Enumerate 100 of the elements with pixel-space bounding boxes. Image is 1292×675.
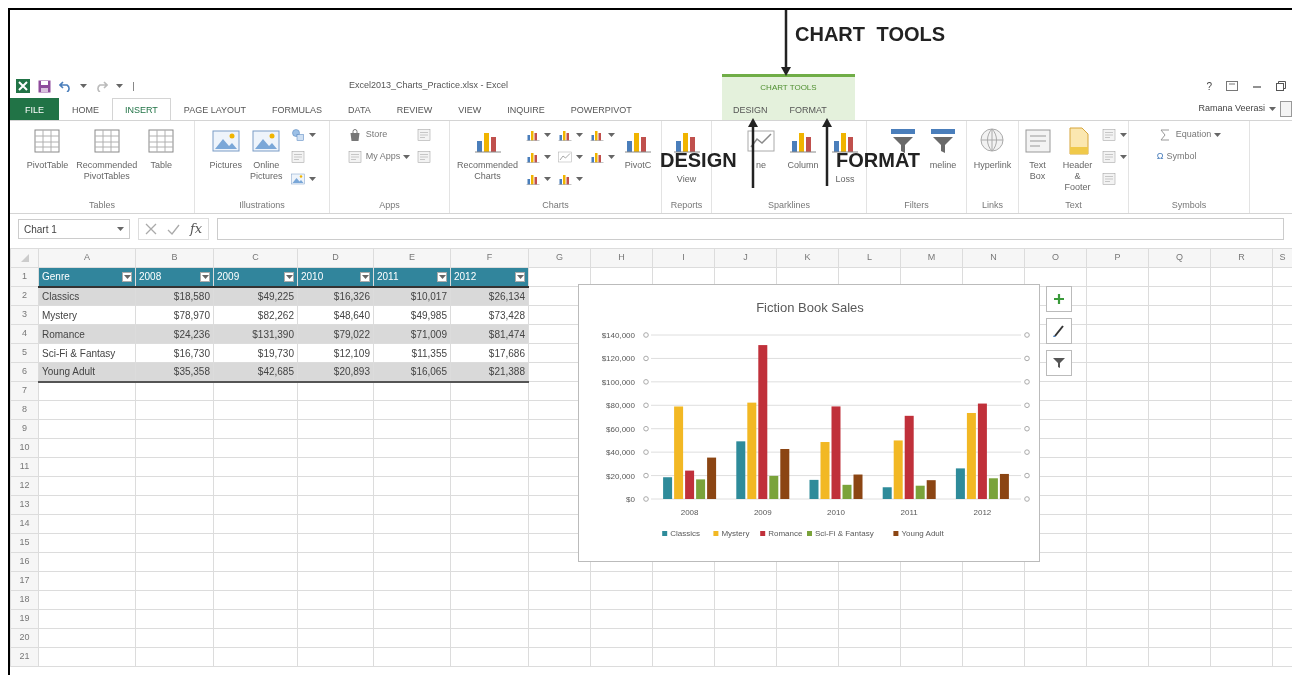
chart-bar[interactable]	[736, 441, 746, 499]
ribbon-button[interactable]: Store	[344, 125, 413, 145]
save-icon[interactable]	[38, 79, 51, 93]
customize-icon[interactable]	[131, 81, 136, 91]
gridline-handle[interactable]	[1024, 355, 1030, 362]
ribbon-button[interactable]: PivotC	[619, 125, 657, 197]
ribbon-tab[interactable]: FORMULAS	[259, 98, 336, 120]
column-letter[interactable]: I	[652, 248, 715, 268]
legend-label[interactable]: Sci-Fi & Fantasy	[815, 529, 874, 538]
ribbon-tab[interactable]: PAGE LAYOUT	[170, 98, 260, 120]
chart-area[interactable]: Fiction Book Sales $0 $20,000 $40,000 $60,000 $80,000 $100,000 $120,000 $140,000 2008 2009 2010 2011 2012 Classics Mystery Romance Sci-Fi & Fantasy Young Adult	[578, 284, 1040, 562]
chart-bar[interactable]	[882, 487, 892, 499]
filter-button[interactable]	[360, 271, 370, 282]
ribbon-button[interactable]: Hyperlink	[970, 125, 1015, 197]
filter-button[interactable]	[515, 271, 525, 282]
column-letter[interactable]: P	[1086, 248, 1149, 268]
legend-label[interactable]: Romance	[768, 529, 803, 538]
ribbon-tab[interactable]: DESIGN	[722, 98, 779, 120]
name-box[interactable]: Chart 1	[18, 219, 130, 239]
column-letter[interactable]: H	[590, 248, 653, 268]
chart-bar[interactable]	[663, 477, 673, 499]
column-letter[interactable]: E	[373, 248, 451, 268]
ribbon-tab[interactable]: INQUIRE	[494, 98, 558, 120]
undo-icon[interactable]	[59, 80, 72, 92]
column-letter[interactable]: F	[450, 248, 529, 268]
legend-label[interactable]: Young Adult	[901, 529, 944, 538]
chart-bar[interactable]	[707, 457, 717, 499]
gridline-handle[interactable]	[643, 449, 649, 455]
column-letter[interactable]: N	[962, 248, 1025, 268]
gridline-handle[interactable]	[1024, 332, 1030, 338]
ribbon-button[interactable]: Online Pictures	[247, 125, 286, 197]
column-letter[interactable]: K	[776, 248, 839, 268]
insert-function-button[interactable]: fx	[190, 219, 203, 239]
gridline-handle[interactable]	[643, 425, 649, 432]
select-all-icon[interactable]	[20, 253, 29, 262]
gridline-handle[interactable]	[1024, 402, 1030, 409]
column-letter[interactable]: D	[297, 248, 374, 268]
app-logo-icon[interactable]	[16, 79, 30, 93]
redo-icon[interactable]	[95, 80, 108, 92]
ribbon-button[interactable]: My Apps	[344, 147, 413, 167]
column-letter[interactable]: O	[1024, 248, 1087, 268]
chart-bar[interactable]	[977, 403, 987, 499]
gridline-handle[interactable]	[643, 379, 649, 385]
gridline-handle[interactable]	[643, 496, 649, 502]
gridline-handle[interactable]	[1024, 379, 1030, 385]
ribbon-tab[interactable]: HOME	[59, 98, 112, 120]
chart-bar[interactable]	[955, 468, 965, 499]
gridline-handle[interactable]	[643, 472, 649, 479]
help-button[interactable]: ?	[1206, 78, 1212, 94]
legend-label[interactable]: Mystery	[721, 529, 750, 538]
legend-label[interactable]: Classics	[670, 529, 700, 538]
ribbon-button[interactable]: Pictures	[206, 125, 245, 197]
chart-bar[interactable]	[853, 474, 863, 499]
ribbon-display-icon[interactable]	[1226, 81, 1238, 91]
cancel-icon[interactable]	[145, 223, 157, 235]
chart-bar[interactable]	[809, 479, 819, 499]
gridline-handle[interactable]	[643, 402, 649, 409]
ribbon-tab[interactable]: POWERPIVOT	[557, 98, 645, 120]
ribbon-button[interactable]: Header & Footer	[1058, 125, 1097, 197]
filter-button[interactable]	[284, 271, 294, 282]
gridline-handle[interactable]	[643, 332, 649, 338]
column-letter[interactable]: R	[1210, 248, 1273, 268]
ribbon-button[interactable]: Table	[142, 125, 181, 197]
chart-bar[interactable]	[904, 415, 914, 499]
ribbon-button[interactable]: PivotTable	[23, 125, 72, 197]
ribbon-tab[interactable]: DATA	[335, 98, 384, 120]
check-icon[interactable]	[167, 223, 180, 235]
column-letter[interactable]: Q	[1148, 248, 1211, 268]
ribbon-tab[interactable]: FILE	[10, 98, 59, 120]
ribbon-button[interactable]: Recommended Charts	[454, 125, 521, 197]
ribbon-button[interactable]: Text Box	[1018, 125, 1057, 197]
ribbon-button[interactable]: Equation	[1154, 125, 1224, 145]
ribbon-tab[interactable]: INSERT	[112, 98, 171, 120]
ribbon-tab[interactable]: VIEW	[445, 98, 495, 120]
column-letter[interactable]: A	[38, 248, 136, 268]
column-letter[interactable]: J	[714, 248, 777, 268]
column-letter[interactable]: M	[900, 248, 963, 268]
gridline-handle[interactable]	[1024, 449, 1030, 455]
ribbon-tab[interactable]: FORMAT	[778, 98, 838, 120]
chart-bar[interactable]	[926, 480, 936, 499]
chart-filters-button[interactable]	[1046, 350, 1072, 376]
restore-icon[interactable]	[1276, 81, 1286, 91]
filter-button[interactable]	[437, 271, 447, 282]
column-letter[interactable]: L	[838, 248, 901, 268]
chart-bar[interactable]	[780, 449, 790, 499]
chart-bar[interactable]	[999, 473, 1009, 499]
chart-bar[interactable]	[758, 345, 768, 499]
column-letter[interactable]: B	[135, 248, 214, 268]
column-letter[interactable]: G	[528, 248, 591, 268]
chart-elements-button[interactable]	[1046, 286, 1072, 312]
chart-bar[interactable]	[685, 470, 695, 499]
filter-button[interactable]	[122, 271, 132, 282]
gridline-handle[interactable]	[1024, 425, 1030, 432]
gridline-handle[interactable]	[1024, 472, 1030, 479]
ribbon-button[interactable]: Ω Symbol	[1154, 147, 1224, 167]
filter-button[interactable]	[200, 271, 210, 282]
formula-input[interactable]	[217, 218, 1284, 240]
user-name[interactable]: Ramana Veerasi	[1198, 102, 1265, 116]
ribbon-tab[interactable]: REVIEW	[383, 98, 446, 120]
chart-styles-button[interactable]	[1046, 318, 1072, 344]
